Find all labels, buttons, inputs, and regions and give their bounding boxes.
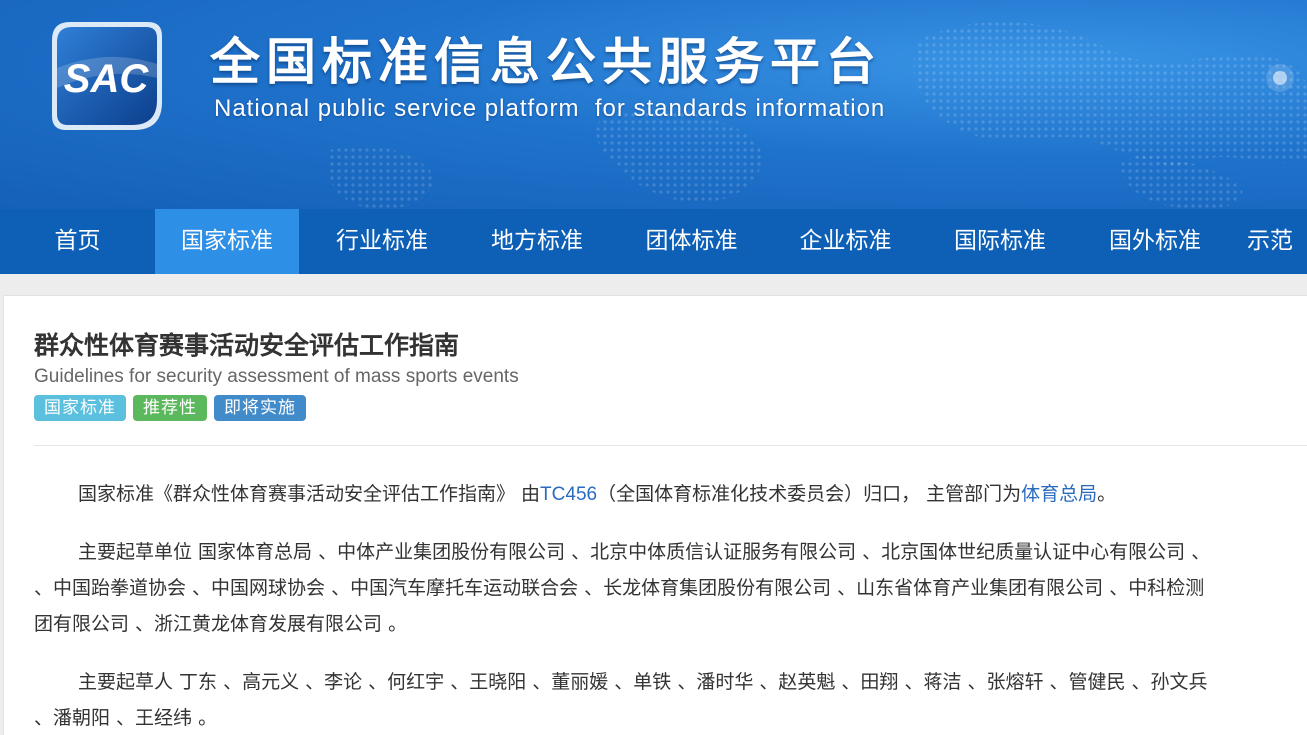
nav-item-local-standards[interactable]: 地方标准: [465, 209, 609, 274]
drafters-line: 、潘朝阳 、王经纬 。: [34, 707, 218, 729]
nav-item-demonstration[interactable]: 示范: [1227, 209, 1307, 274]
site-subtitle: National public service platform for sta…: [214, 95, 886, 122]
drafting-units-paragraph: 主要起草单位 国家体育总局 、中体产业集团股份有限公司 、北京中体质信认证服务有…: [34, 534, 1307, 642]
main-nav: 首页 国家标准 行业标准 地方标准 团体标准 企业标准 国际标准 国外标准 示范: [0, 209, 1307, 274]
logo-text: SAC: [64, 57, 150, 101]
tag-upcoming-implementation: 即将实施: [214, 395, 306, 421]
intro-prefix: 国家标准《群众性体育赛事活动安全评估工作指南》 由: [78, 483, 541, 505]
drafting-units-line: 团有限公司 、浙江黄龙体育发展有限公司 。: [34, 613, 408, 635]
nav-item-national-standards[interactable]: 国家标准: [155, 209, 299, 274]
standard-title-english: Guidelines for security assessment of ma…: [34, 366, 519, 387]
tc-link[interactable]: TC456: [540, 484, 597, 505]
nav-item-enterprise-standards[interactable]: 企业标准: [774, 209, 917, 274]
nav-item-industry-standards[interactable]: 行业标准: [299, 209, 465, 274]
tag-recommended: 推荐性: [133, 395, 207, 421]
drafting-units-line: 、中国跆拳道协会 、中国网球协会 、中国汽车摩托车运动联合会 、长龙体育集团股份…: [34, 577, 1205, 599]
department-link[interactable]: 体育总局: [1021, 483, 1097, 505]
standard-detail-card: 群众性体育赛事活动安全评估工作指南 Guidelines for securit…: [3, 295, 1307, 735]
nav-item-international-standards[interactable]: 国际标准: [917, 209, 1083, 274]
drafters-line: 主要起草人 丁东 、高元义 、李论 、何红宇 、王晓阳 、董丽媛 、单铁 、潘时…: [78, 671, 1208, 693]
drafting-units-line: 主要起草单位 国家体育总局 、中体产业集团股份有限公司 、北京中体质信认证服务有…: [78, 541, 1211, 563]
nav-item-group-standards[interactable]: 团体标准: [609, 209, 774, 274]
tag-national-standard: 国家标准: [34, 395, 126, 421]
sac-logo[interactable]: SAC: [48, 18, 166, 134]
divider: [34, 445, 1307, 446]
site-banner: SAC 全国标准信息公共服务平台 National public service…: [0, 0, 1307, 209]
intro-middle: （全国体育标准化技术委员会）归口， 主管部门为: [597, 483, 1022, 505]
status-tags: 国家标准 推荐性 即将实施: [34, 395, 306, 421]
nav-item-foreign-standards[interactable]: 国外标准: [1083, 209, 1227, 274]
intro-suffix: 。: [1097, 483, 1117, 505]
intro-paragraph: 国家标准《群众性体育赛事活动安全评估工作指南》 由TC456（全国体育标准化技术…: [34, 476, 1307, 513]
nav-item-home[interactable]: 首页: [0, 209, 155, 274]
standard-title: 群众性体育赛事活动安全评估工作指南: [34, 331, 460, 360]
drafters-paragraph: 主要起草人 丁东 、高元义 、李论 、何红宇 、王晓阳 、董丽媛 、单铁 、潘时…: [34, 664, 1307, 735]
site-title: 全国标准信息公共服务平台: [210, 33, 882, 91]
